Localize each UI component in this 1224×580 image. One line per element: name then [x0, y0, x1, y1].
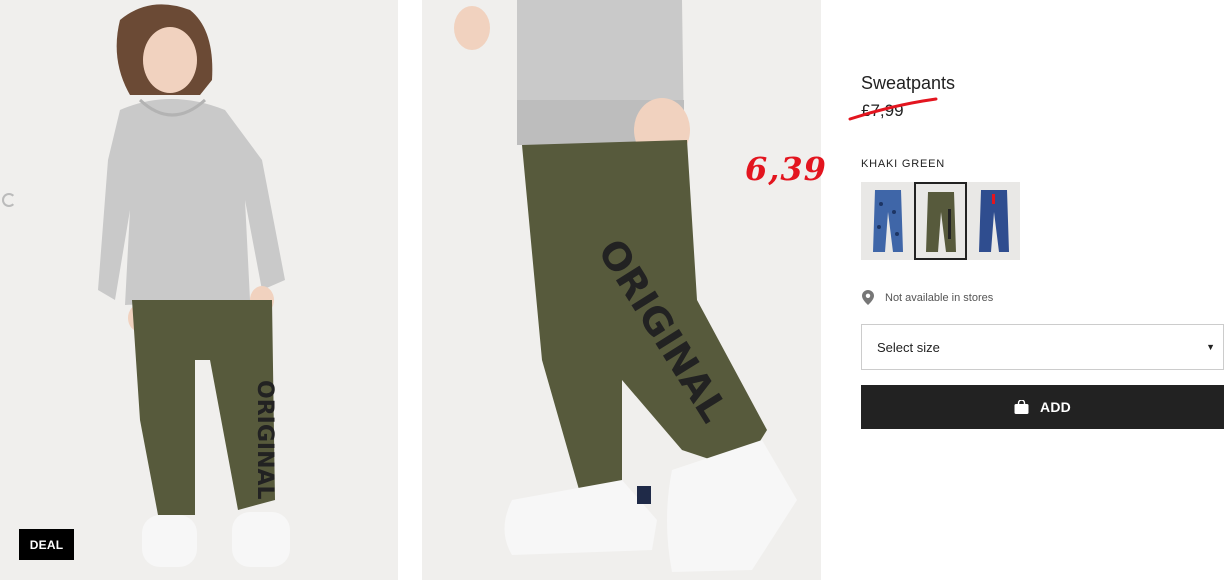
product-title: Sweatpants: [861, 73, 956, 93]
svg-text:ORIGINAL: ORIGINAL: [252, 380, 277, 500]
navy-pants-thumbnail: [979, 190, 1009, 252]
child-model-illustration: ORIGINAL: [98, 4, 290, 567]
loading-spinner-icon: [2, 193, 16, 207]
product-image-detail[interactable]: ORIGINAL: [422, 0, 821, 580]
size-select-label: Select size: [877, 339, 940, 355]
store-availability-text: Not available in stores: [885, 291, 994, 304]
pants-closeup-illustration: ORIGINAL: [454, 0, 797, 572]
discounted-price: 6,39: [745, 150, 827, 188]
deal-badge: DEAL: [19, 529, 74, 560]
selected-color-label: KHAKI GREEN: [861, 158, 945, 170]
size-select[interactable]: Select size ▼: [861, 324, 1224, 370]
add-button-label: ADD: [1040, 399, 1071, 415]
shopping-bag-icon: [1014, 400, 1029, 414]
khaki-pants-thumbnail: [926, 192, 956, 252]
caret-down-icon: ▼: [1206, 342, 1215, 352]
price-strikethrough: [848, 97, 938, 121]
color-swatch-khaki-green[interactable]: [914, 182, 967, 260]
color-swatch-navy[interactable]: [967, 182, 1020, 260]
blue-pattern-pants-thumbnail: [873, 190, 903, 252]
store-availability: Not available in stores: [862, 290, 993, 305]
add-to-bag-button[interactable]: ADD: [861, 385, 1224, 429]
color-swatch-blue-pattern[interactable]: [861, 182, 914, 260]
location-pin-icon: [862, 290, 874, 305]
product-image-main[interactable]: ORIGINAL DEAL: [0, 0, 398, 580]
